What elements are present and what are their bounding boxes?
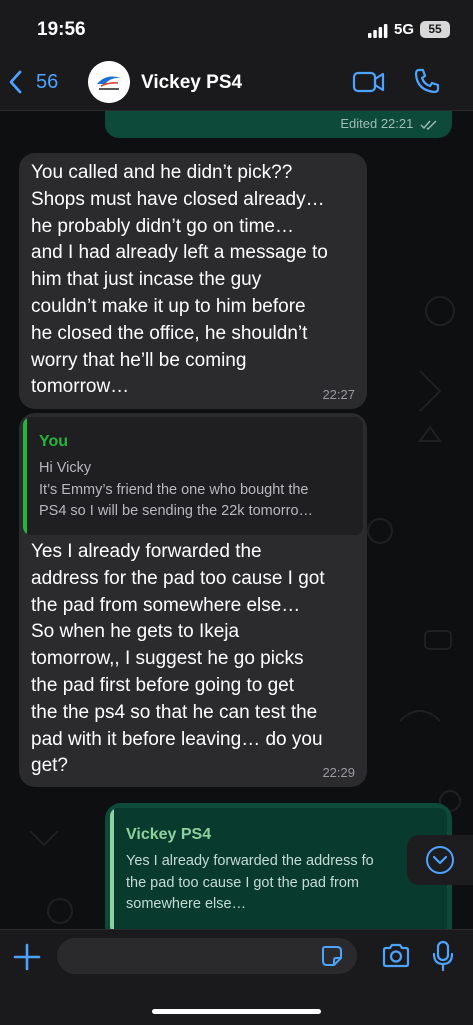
outgoing-message-edited[interactable]: Edited 22:21 [105,111,452,138]
back-chevron-icon [9,70,22,94]
incoming-message-with-reply[interactable]: You Hi Vicky It’s Emmy’s friend the one … [19,413,367,787]
network-type: 5G [394,21,415,38]
quote-accent-bar [110,808,114,929]
scroll-to-bottom-button[interactable] [407,835,473,885]
back-button[interactable]: 56 [8,68,78,98]
plus-icon[interactable] [12,942,42,972]
message-meta: Edited 22:21 [340,116,438,131]
quote-text: Yes I already forwarded the address fo t… [126,853,374,912]
unread-count: 56 [36,71,59,93]
home-indicator [152,1009,321,1014]
chevron-down-icon [426,846,454,874]
phone-call-icon[interactable] [413,67,441,95]
quote-author: Vickey PS4 [126,826,212,843]
sticker-icon[interactable] [321,945,343,967]
camera-icon[interactable] [381,942,411,970]
video-call-icon[interactable] [352,69,386,95]
read-receipt-icon [420,120,437,130]
contact-name[interactable]: Vickey PS4 [141,72,242,94]
composer-bar [0,929,473,1025]
message-text: Yes I already forwarded the address for … [31,541,325,777]
status-bar: 19:56 5G 55 [0,0,473,56]
contact-avatar[interactable] [88,61,130,103]
outgoing-message-with-reply[interactable]: Vickey PS4 Yes I already forwarded the a… [105,803,452,929]
quote-accent-bar [23,417,27,535]
chat-area[interactable]: Edited 22:21 You called and he didn’t pi… [0,111,473,929]
message-text: You called and he didn’t pick?? Shops mu… [31,162,328,398]
chat-header: 56 Vickey PS4 [0,56,473,111]
incoming-message[interactable]: You called and he didn’t pick?? Shops mu… [19,153,367,409]
message-time: 22:29 [322,765,355,780]
edited-time: Edited 22:21 [340,116,414,131]
quote-author: You [39,433,69,450]
message-input[interactable] [57,938,357,974]
quote-text: Hi Vicky It’s Emmy’s friend the one who … [39,460,314,519]
signal-icon [368,24,388,38]
status-time: 19:56 [37,19,86,40]
microphone-icon[interactable] [431,940,455,972]
message-time: 22:27 [322,387,355,402]
quoted-message[interactable]: Vickey PS4 Yes I already forwarded the a… [110,808,447,929]
battery-icon: 55 [420,21,450,38]
avatar-logo-icon [88,61,130,103]
quoted-message[interactable]: You Hi Vicky It’s Emmy’s friend the one … [23,417,363,535]
